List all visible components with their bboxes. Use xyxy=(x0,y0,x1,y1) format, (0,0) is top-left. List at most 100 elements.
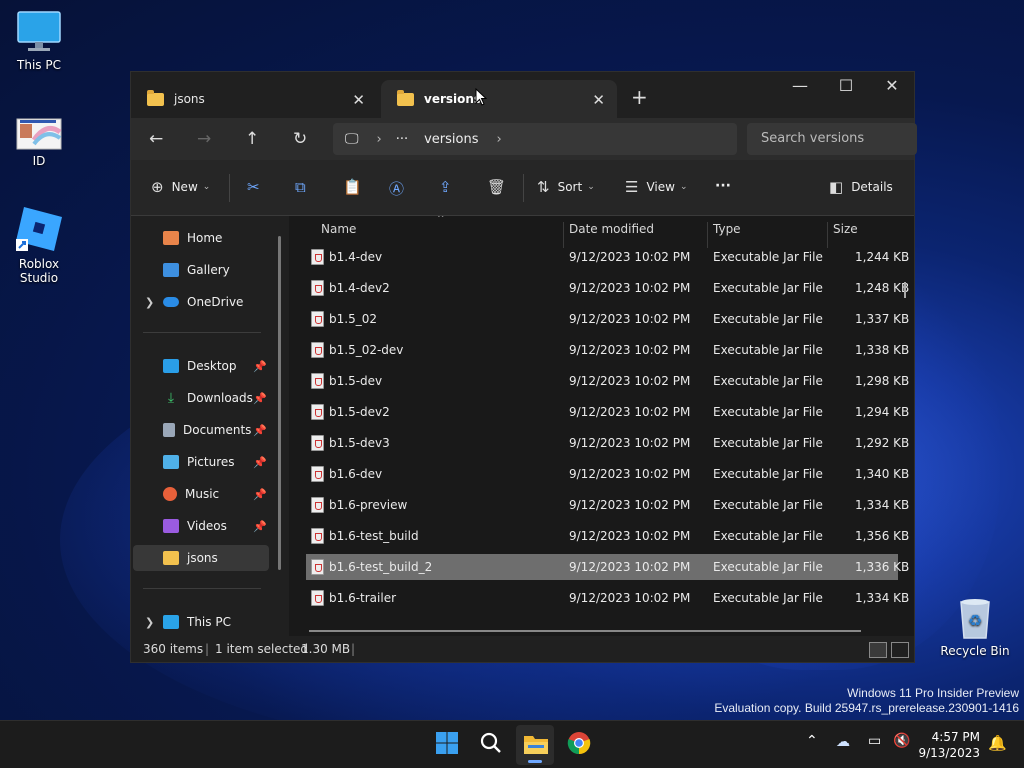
pin-icon[interactable]: 📌 xyxy=(253,424,267,437)
toolbar-divider xyxy=(523,174,524,202)
table-row[interactable]: b1.4-dev2 9/12/2023 10:02 PM Executable Ja… xyxy=(306,275,909,301)
navigation-pane: Home Gallery ❯ OneDrive Desktop 📌 ⤓ Down… xyxy=(131,216,289,636)
details-view-icon[interactable] xyxy=(869,642,887,658)
table-row[interactable]: b1.6-preview 9/12/2023 10:02 PM Executable… xyxy=(306,492,909,518)
table-row[interactable]: b1.5_02 9/12/2023 10:02 PM Executable Jar … xyxy=(306,306,909,332)
column-header-type[interactable]: Type xyxy=(713,222,741,236)
nav-item-gallery[interactable]: Gallery xyxy=(133,257,269,283)
onedrive-tray-icon[interactable]: ☁ xyxy=(836,734,850,750)
table-row[interactable]: b1.6-test_build_2 9/12/2023 10:02 PM Execu… xyxy=(306,554,909,580)
pin-icon[interactable]: 📌 xyxy=(253,392,267,405)
delete-button[interactable]: 🗑 xyxy=(487,178,514,196)
vertical-scrollbar[interactable] xyxy=(904,282,906,298)
nav-item-music[interactable]: Music 📌 xyxy=(133,481,269,507)
pin-icon[interactable]: 📌 xyxy=(253,520,267,533)
taskbar-file-explorer-button[interactable] xyxy=(516,725,554,765)
new-tab-icon[interactable]: + xyxy=(631,85,648,109)
nav-item-this-pc[interactable]: ❯ This PC xyxy=(133,609,269,635)
nav-item-documents[interactable]: Documents 📌 xyxy=(133,417,269,443)
close-window-icon[interactable]: ✕ xyxy=(869,72,915,102)
nav-item-desktop[interactable]: Desktop 📌 xyxy=(133,353,269,379)
refresh-icon[interactable]: ↻ xyxy=(293,129,307,149)
horizontal-scrollbar[interactable] xyxy=(309,630,861,632)
pin-icon[interactable]: 📌 xyxy=(253,456,267,469)
chevron-right-icon[interactable]: ❯ xyxy=(145,616,154,629)
volume-muted-icon[interactable]: 🔇 xyxy=(893,733,910,749)
table-row[interactable]: b1.5-dev 9/12/2023 10:02 PM Executable Jar… xyxy=(306,368,909,394)
network-icon[interactable]: ▭ xyxy=(868,733,881,749)
tab-versions[interactable]: versions ✕ xyxy=(381,80,617,118)
home-icon xyxy=(163,231,179,245)
column-header-size[interactable]: Size xyxy=(833,222,858,236)
desktop-icon-recycle-bin[interactable]: ♻ Recycle Bin xyxy=(937,596,1013,658)
nav-item-jsons[interactable]: jsons xyxy=(133,545,269,571)
close-tab-icon[interactable]: ✕ xyxy=(592,91,605,109)
nav-label: Music xyxy=(185,487,220,501)
breadcrumb-ellipsis[interactable]: ··· xyxy=(396,132,408,147)
desktop-icon-roblox-studio[interactable]: Roblox Studio xyxy=(1,205,77,285)
nav-scrollbar[interactable] xyxy=(278,236,281,570)
file-date: 9/12/2023 10:02 PM xyxy=(569,374,691,388)
new-label: New xyxy=(171,180,198,194)
tiles-view-icon[interactable] xyxy=(891,642,909,658)
minimize-icon[interactable]: — xyxy=(777,72,823,102)
nav-item-downloads[interactable]: ⤓ Downloads 📌 xyxy=(133,385,269,411)
notification-bell-icon[interactable]: 🔔 xyxy=(988,734,1007,752)
breadcrumb-versions[interactable]: versions xyxy=(424,132,478,147)
nav-item-videos[interactable]: Videos 📌 xyxy=(133,513,269,539)
close-tab-icon[interactable]: ✕ xyxy=(352,91,365,109)
watermark-line1: Windows 11 Pro Insider Preview xyxy=(847,686,1019,700)
search-icon[interactable] xyxy=(479,731,503,755)
details-button[interactable]: ◧ Details xyxy=(829,178,893,196)
file-type: Executable Jar File xyxy=(713,467,823,481)
chevron-up-icon[interactable]: ⌃ xyxy=(806,733,818,749)
more-options-button[interactable]: ··· xyxy=(715,178,731,194)
file-explorer-window: jsons ✕ versions ✕ + — ☐ ✕ ← → ↑ ↻ 🖵 › ·… xyxy=(130,71,917,663)
file-name: b1.6-preview xyxy=(329,498,408,512)
file-size: 1,298 KB xyxy=(855,374,910,388)
table-row[interactable]: b1.4-dev 9/12/2023 10:02 PM Executable Jar… xyxy=(306,244,909,270)
back-arrow-icon[interactable]: ← xyxy=(149,129,163,149)
pin-icon[interactable]: 📌 xyxy=(253,360,267,373)
chevron-down-icon: ⌄ xyxy=(202,182,211,192)
column-header-name[interactable]: Name xyxy=(321,222,356,236)
nav-item-pictures[interactable]: Pictures 📌 xyxy=(133,449,269,475)
address-bar[interactable]: 🖵 › ··· versions › xyxy=(333,123,737,155)
svg-text:♻: ♻ xyxy=(968,611,982,630)
desktop-icon-id[interactable]: ID xyxy=(1,118,77,168)
roblox-studio-icon xyxy=(16,207,62,251)
tab-jsons[interactable]: jsons ✕ xyxy=(131,80,377,118)
nav-label: Home xyxy=(187,231,223,245)
view-button[interactable]: ☰ View ⌄ xyxy=(625,178,687,196)
cut-button[interactable]: ✂ xyxy=(247,178,268,196)
chrome-icon[interactable] xyxy=(567,731,591,755)
jar-file-icon xyxy=(311,466,324,482)
column-header-date[interactable]: Date modified xyxy=(569,222,654,236)
start-windows-icon[interactable] xyxy=(435,731,459,755)
table-row[interactable]: b1.5-dev2 9/12/2023 10:02 PM Executable Ja… xyxy=(306,399,909,425)
chevron-right-icon[interactable]: ❯ xyxy=(145,296,154,309)
copy-button[interactable]: ⧉ xyxy=(295,178,314,196)
table-row[interactable]: b1.6-trailer 9/12/2023 10:02 PM Executable… xyxy=(306,585,909,611)
table-row[interactable]: b1.5-dev3 9/12/2023 10:02 PM Executable Ja… xyxy=(306,430,909,456)
table-row[interactable]: b1.6-dev 9/12/2023 10:02 PM Executable Jar… xyxy=(306,461,909,487)
maximize-icon[interactable]: ☐ xyxy=(823,72,869,102)
table-row[interactable]: b1.5_02-dev 9/12/2023 10:02 PM Executable … xyxy=(306,337,909,363)
new-button[interactable]: ⊕ New ⌄ xyxy=(151,178,210,196)
up-arrow-icon[interactable]: ↑ xyxy=(245,129,259,149)
desktop-icon-this-pc[interactable]: This PC xyxy=(1,10,77,72)
pin-icon[interactable]: 📌 xyxy=(253,488,267,501)
nav-divider xyxy=(143,588,261,589)
share-button[interactable]: ⇪ xyxy=(439,178,460,196)
sort-icon: ⇅ xyxy=(537,178,550,196)
taskbar-clock[interactable]: 4:57 PM 9/13/2023 xyxy=(918,729,980,761)
nav-item-onedrive[interactable]: ❯ OneDrive xyxy=(133,289,269,315)
rename-button[interactable]: Ⓐ xyxy=(389,178,412,199)
nav-item-home[interactable]: Home xyxy=(133,225,269,251)
search-input[interactable]: Search versions xyxy=(747,123,917,155)
sort-button[interactable]: ⇅ Sort ⌄ xyxy=(537,178,595,196)
forward-arrow-icon[interactable]: → xyxy=(197,129,211,149)
paste-button[interactable]: 📋 xyxy=(343,178,370,196)
file-size: 1,294 KB xyxy=(855,405,910,419)
table-row[interactable]: b1.6-test_build 9/12/2023 10:02 PM Executa… xyxy=(306,523,909,549)
